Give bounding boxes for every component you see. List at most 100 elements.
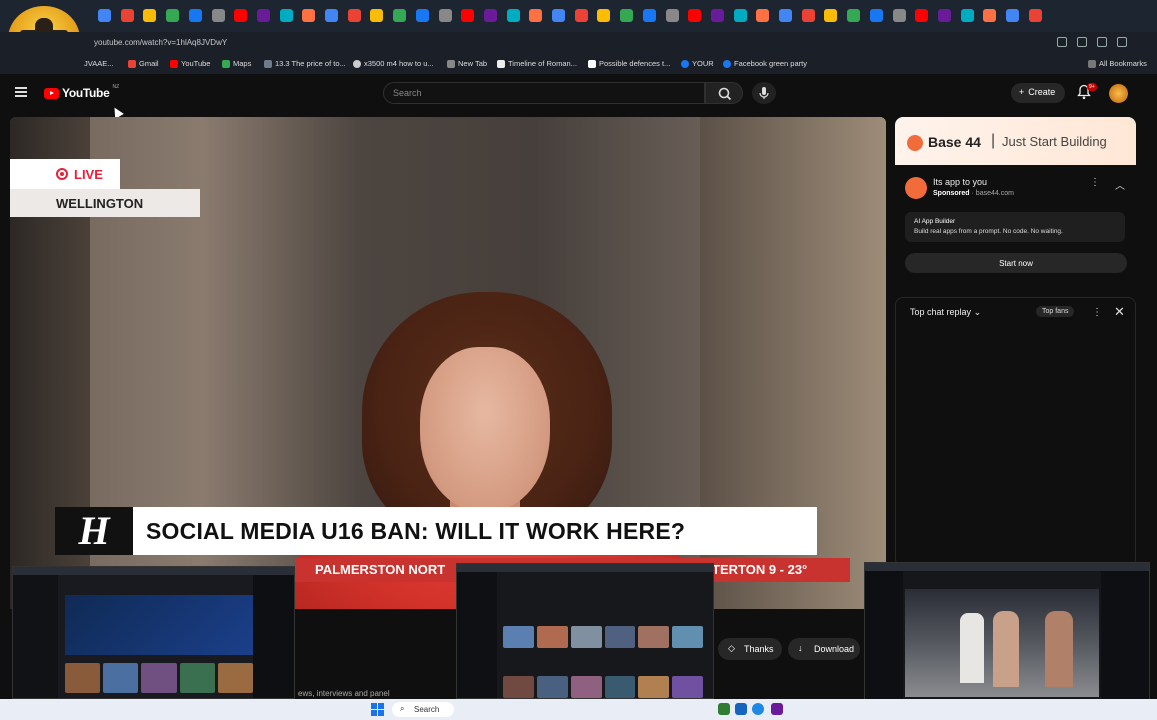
taskbar-app-icon[interactable] <box>771 703 783 715</box>
youtube-logo[interactable]: YouTube NZ <box>44 84 119 100</box>
url-text[interactable]: youtube.com/watch?v=1hlAq8JVDwY <box>94 38 227 47</box>
bookmark-item[interactable]: New Tab <box>447 59 487 68</box>
taskbar-app-icon[interactable] <box>752 703 764 715</box>
browser-tab[interactable] <box>710 9 724 22</box>
taskbar-app-icon[interactable] <box>735 703 747 715</box>
close-icon[interactable]: ✕ <box>1114 304 1125 320</box>
video-player[interactable]: LIVE WELLINGTON H SOCIAL MEDIA U16 BAN: … <box>10 117 886 609</box>
browser-tab[interactable] <box>642 9 656 22</box>
browser-tab[interactable] <box>347 9 361 22</box>
address-bar[interactable]: youtube.com/watch?v=1hlAq8JVDwY <box>0 32 1157 54</box>
browser-tab[interactable] <box>756 9 770 22</box>
search-icon <box>718 87 732 101</box>
chat-header-label: Top chat replay <box>910 307 972 317</box>
browser-tab[interactable] <box>688 9 702 22</box>
browser-tab[interactable] <box>506 9 520 22</box>
browser-tab[interactable] <box>824 9 838 22</box>
browser-tab[interactable] <box>234 9 248 22</box>
pip-window-right <box>864 562 1150 702</box>
ad-banner[interactable]: Base 44 | Just Start Building <box>895 117 1136 165</box>
video-description-snippet: ews, interviews and panel <box>298 689 390 698</box>
ad-divider: | <box>991 132 996 149</box>
browser-tab[interactable] <box>393 9 407 22</box>
browser-tab[interactable] <box>552 9 565 22</box>
bookmark-item[interactable]: x3500 m4 how to u... <box>353 59 434 68</box>
browser-tab[interactable] <box>733 9 747 22</box>
create-button[interactable]: + Create <box>1011 83 1065 103</box>
thanks-button[interactable]: ◇ Thanks <box>718 638 782 660</box>
windows-start-icon[interactable] <box>371 703 385 716</box>
base44-logo-icon <box>907 135 923 151</box>
browser-tab[interactable] <box>983 9 997 22</box>
start-now-button[interactable]: Start now <box>905 253 1127 273</box>
key-icon[interactable] <box>1077 37 1087 47</box>
bookmark-item[interactable]: YouTube <box>170 59 210 68</box>
browser-tab[interactable] <box>915 9 929 22</box>
browser-tab[interactable] <box>960 9 974 22</box>
bookmark-item[interactable]: Facebook green party <box>723 59 807 68</box>
bookmark-item[interactable]: Timeline of Roman... <box>497 59 577 68</box>
bookmark-label: Possible defences t... <box>599 59 671 68</box>
live-dot-icon <box>56 168 68 180</box>
chat-mode-dropdown[interactable]: Top chat replay ⌄ <box>910 307 981 318</box>
bookmark-item[interactable]: Maps <box>222 59 251 68</box>
browser-tab[interactable] <box>1028 9 1042 22</box>
all-bookmarks[interactable]: All Bookmarks <box>1088 59 1147 68</box>
browser-tab[interactable] <box>415 9 429 22</box>
bookmark-item[interactable]: Possible defences t... <box>588 59 670 68</box>
browser-tab[interactable] <box>779 9 792 22</box>
browser-tab[interactable] <box>869 9 883 22</box>
browser-tab[interactable] <box>892 9 906 22</box>
bookmark-label: Maps <box>233 59 252 68</box>
browser-tab[interactable] <box>325 9 338 22</box>
browser-tab[interactable] <box>620 9 634 22</box>
browser-tab[interactable] <box>143 9 157 22</box>
bookmark-label: All Bookmarks <box>1099 59 1147 68</box>
download-button[interactable]: ↓ Download <box>788 638 860 660</box>
bookmark-item[interactable]: JVAAE... <box>84 59 113 68</box>
browser-tab[interactable] <box>665 9 679 22</box>
bookmark-label: x3500 m4 how to u... <box>364 59 434 68</box>
install-icon[interactable] <box>1057 37 1067 47</box>
browser-tab[interactable] <box>937 9 951 22</box>
voice-search-button[interactable] <box>752 82 776 104</box>
browser-tab[interactable] <box>574 9 588 22</box>
maps-icon <box>222 59 230 68</box>
plus-icon: + <box>1019 87 1025 97</box>
location-label: WELLINGTON <box>10 189 200 217</box>
bookmark-item[interactable]: Gmail <box>128 59 159 68</box>
ad-desc-body: Build real apps from a prompt. No code. … <box>914 228 1063 235</box>
browser-tab[interactable] <box>256 9 270 22</box>
bookmark-item[interactable]: YOUR <box>681 59 714 68</box>
browser-tab[interactable] <box>483 9 497 22</box>
browser-tab[interactable] <box>597 9 611 22</box>
chevron-up-icon[interactable]: ︿ <box>1115 177 1125 192</box>
browser-tab[interactable] <box>370 9 384 22</box>
search-button[interactable] <box>705 82 743 104</box>
browser-tab[interactable] <box>302 9 316 22</box>
browser-tab[interactable] <box>847 9 861 22</box>
more-options-icon[interactable]: ⋮ <box>1092 307 1102 318</box>
more-options-icon[interactable]: ⋮ <box>1090 177 1100 188</box>
browser-tab[interactable] <box>461 9 475 22</box>
browser-tab[interactable] <box>120 9 134 22</box>
taskbar-search[interactable]: ⌕ Search <box>392 702 454 717</box>
menu-icon[interactable] <box>15 87 27 97</box>
browser-tab[interactable] <box>188 9 202 22</box>
browser-tab[interactable] <box>529 9 543 22</box>
star-icon[interactable] <box>1097 37 1107 47</box>
taskbar-app-icon[interactable] <box>718 703 730 715</box>
user-avatar[interactable] <box>1109 84 1128 103</box>
browser-tab[interactable] <box>438 9 452 22</box>
bookmark-item[interactable]: 13.3 The price of to... <box>264 59 346 68</box>
gmail-icon <box>128 59 136 68</box>
browser-tab[interactable] <box>1006 9 1019 22</box>
browser-tab[interactable] <box>211 9 225 22</box>
browser-tab[interactable] <box>279 9 293 22</box>
extensions-icon[interactable] <box>1117 37 1127 47</box>
top-fans-button[interactable]: Top fans <box>1036 306 1075 317</box>
browser-tab[interactable] <box>166 9 180 22</box>
browser-tab[interactable] <box>98 9 111 22</box>
browser-tab[interactable] <box>801 9 815 22</box>
search-input[interactable]: Search <box>383 82 705 104</box>
